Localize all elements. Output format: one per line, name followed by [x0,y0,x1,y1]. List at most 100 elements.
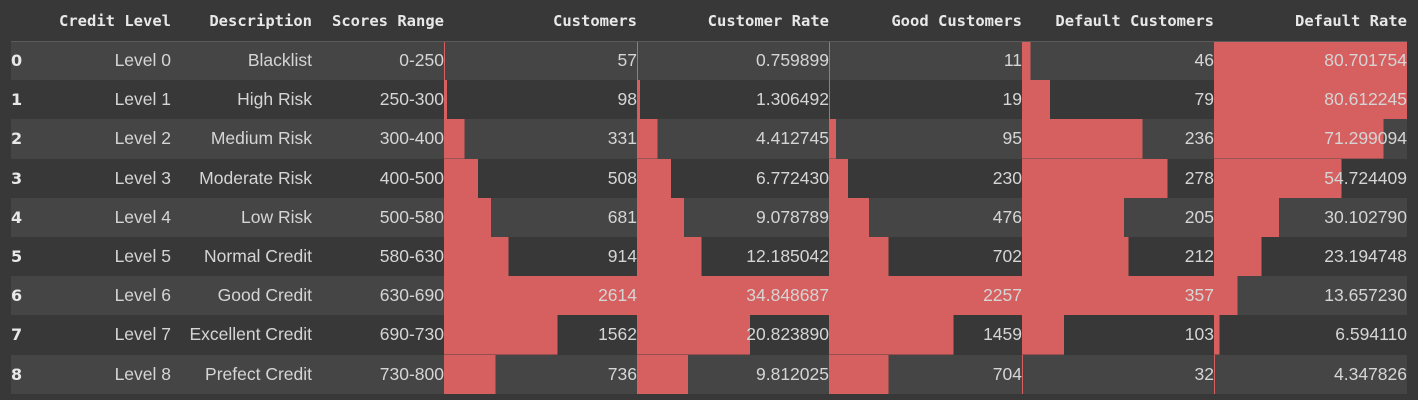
index-cell: 8 [11,354,48,394]
index-cell: 2 [11,119,48,159]
good-customers-cell: 476 [829,197,1022,237]
table-header: Credit Level Description Scores Range Cu… [11,2,1407,42]
table-row: 4 Level 4 Low Risk 500-580 681 9.078789 476 205… [11,197,1407,237]
scores-range-cell: 400-500 [312,158,444,198]
customer-rate-cell: 9.078789 [637,197,829,237]
customers-cell: 736 [444,354,637,394]
credit-level-cell: Level 5 [48,236,171,277]
customers-cell: 914 [444,236,637,277]
table-row: 5 Level 5 Normal Credit 580-630 914 12.185042… [11,236,1407,277]
description-cell: Prefect Credit [171,354,312,394]
header-scores-range: Scores Range [312,2,444,42]
header-customers: Customers [444,2,637,42]
scores-range-cell: 630-690 [312,276,444,316]
scores-range-cell: 730-800 [312,354,444,394]
customer-rate-cell: 12.185042 [637,236,829,277]
credit-level-cell: Level 1 [48,80,171,120]
default-rate-cell: 13.657230 [1214,276,1407,316]
good-customers-cell: 2257 [829,276,1022,316]
dataframe-output: Credit Level Description Scores Range Cu… [0,0,1418,400]
customer-rate-cell: 4.412745 [637,119,829,159]
table-body: 0 Level 0 Blacklist 0-250 57 0.759899 11 46 80.7… [11,41,1407,394]
customer-rate-cell: 1.306492 [637,80,829,120]
customer-rate-cell: 6.772430 [637,158,829,198]
scores-range-cell: 250-300 [312,80,444,120]
customer-rate-cell: 20.823890 [637,315,829,355]
table-row: 7 Level 7 Excellent Credit 690-730 1562 20.82… [11,315,1407,355]
default-rate-cell: 71.299094 [1214,119,1407,159]
credit-level-cell: Level 4 [48,197,171,237]
credit-level-cell: Level 8 [48,354,171,394]
description-cell: Moderate Risk [171,158,312,198]
default-rate-cell: 80.701754 [1214,41,1407,81]
table-row: 0 Level 0 Blacklist 0-250 57 0.759899 11 46 80.7… [11,41,1407,81]
customers-cell: 2614 [444,276,637,316]
good-customers-cell: 19 [829,80,1022,120]
good-customers-cell: 702 [829,236,1022,277]
scores-range-cell: 500-580 [312,197,444,237]
scores-range-cell: 0-250 [312,41,444,81]
customer-rate-cell: 9.812025 [637,354,829,394]
good-customers-cell: 1459 [829,315,1022,355]
default-customers-cell: 205 [1022,197,1214,237]
good-customers-cell: 95 [829,119,1022,159]
header-credit-level: Credit Level [48,2,171,42]
default-customers-cell: 212 [1022,236,1214,277]
header-row: Credit Level Description Scores Range Cu… [11,2,1407,42]
header-default-customers: Default Customers [1022,2,1214,42]
default-customers-cell: 278 [1022,158,1214,198]
scores-range-cell: 690-730 [312,315,444,355]
header-good-customers: Good Customers [829,2,1022,42]
default-customers-cell: 236 [1022,119,1214,159]
table-row: 8 Level 8 Prefect Credit 730-800 736 9.812025… [11,354,1407,394]
description-cell: Normal Credit [171,236,312,277]
default-customers-cell: 103 [1022,315,1214,355]
default-rate-cell: 4.347826 [1214,354,1407,394]
good-customers-cell: 704 [829,354,1022,394]
customers-cell: 508 [444,158,637,198]
description-cell: Blacklist [171,41,312,81]
scores-range-cell: 580-630 [312,236,444,277]
customers-cell: 681 [444,197,637,237]
default-customers-cell: 357 [1022,276,1214,316]
customers-cell: 331 [444,119,637,159]
customer-rate-cell: 34.848687 [637,276,829,316]
default-rate-cell: 6.594110 [1214,315,1407,355]
description-cell: Good Credit [171,276,312,316]
table-row: 3 Level 3 Moderate Risk 400-500 508 6.772430 2… [11,158,1407,198]
default-customers-cell: 79 [1022,80,1214,120]
table-row: 1 Level 1 High Risk 250-300 98 1.306492 19 79 80… [11,80,1407,120]
customers-cell: 57 [444,41,637,81]
scores-range-cell: 300-400 [312,119,444,159]
index-cell: 7 [11,315,48,355]
table-row: 2 Level 2 Medium Risk 300-400 331 4.412745 95 2… [11,119,1407,159]
description-cell: High Risk [171,80,312,120]
description-cell: Medium Risk [171,119,312,159]
header-default-rate: Default Rate [1214,2,1407,42]
credit-level-cell: Level 0 [48,41,171,81]
header-description: Description [171,2,312,42]
credit-level-cell: Level 3 [48,158,171,198]
header-customer-rate: Customer Rate [637,2,829,42]
good-customers-cell: 230 [829,158,1022,198]
index-cell: 5 [11,236,48,277]
description-cell: Excellent Credit [171,315,312,355]
default-rate-cell: 23.194748 [1214,236,1407,277]
credit-level-cell: Level 6 [48,276,171,316]
default-customers-cell: 46 [1022,41,1214,81]
credit-level-table: Credit Level Description Scores Range Cu… [11,2,1407,394]
index-cell: 1 [11,80,48,120]
customers-cell: 98 [444,80,637,120]
good-customers-cell: 11 [829,41,1022,81]
default-customers-cell: 32 [1022,354,1214,394]
credit-level-cell: Level 2 [48,119,171,159]
index-cell: 0 [11,41,48,81]
index-cell: 6 [11,276,48,316]
default-rate-cell: 80.612245 [1214,80,1407,120]
customers-cell: 1562 [444,315,637,355]
description-cell: Low Risk [171,197,312,237]
index-cell: 4 [11,197,48,237]
header-index [11,2,48,42]
customer-rate-cell: 0.759899 [637,41,829,81]
index-cell: 3 [11,158,48,198]
